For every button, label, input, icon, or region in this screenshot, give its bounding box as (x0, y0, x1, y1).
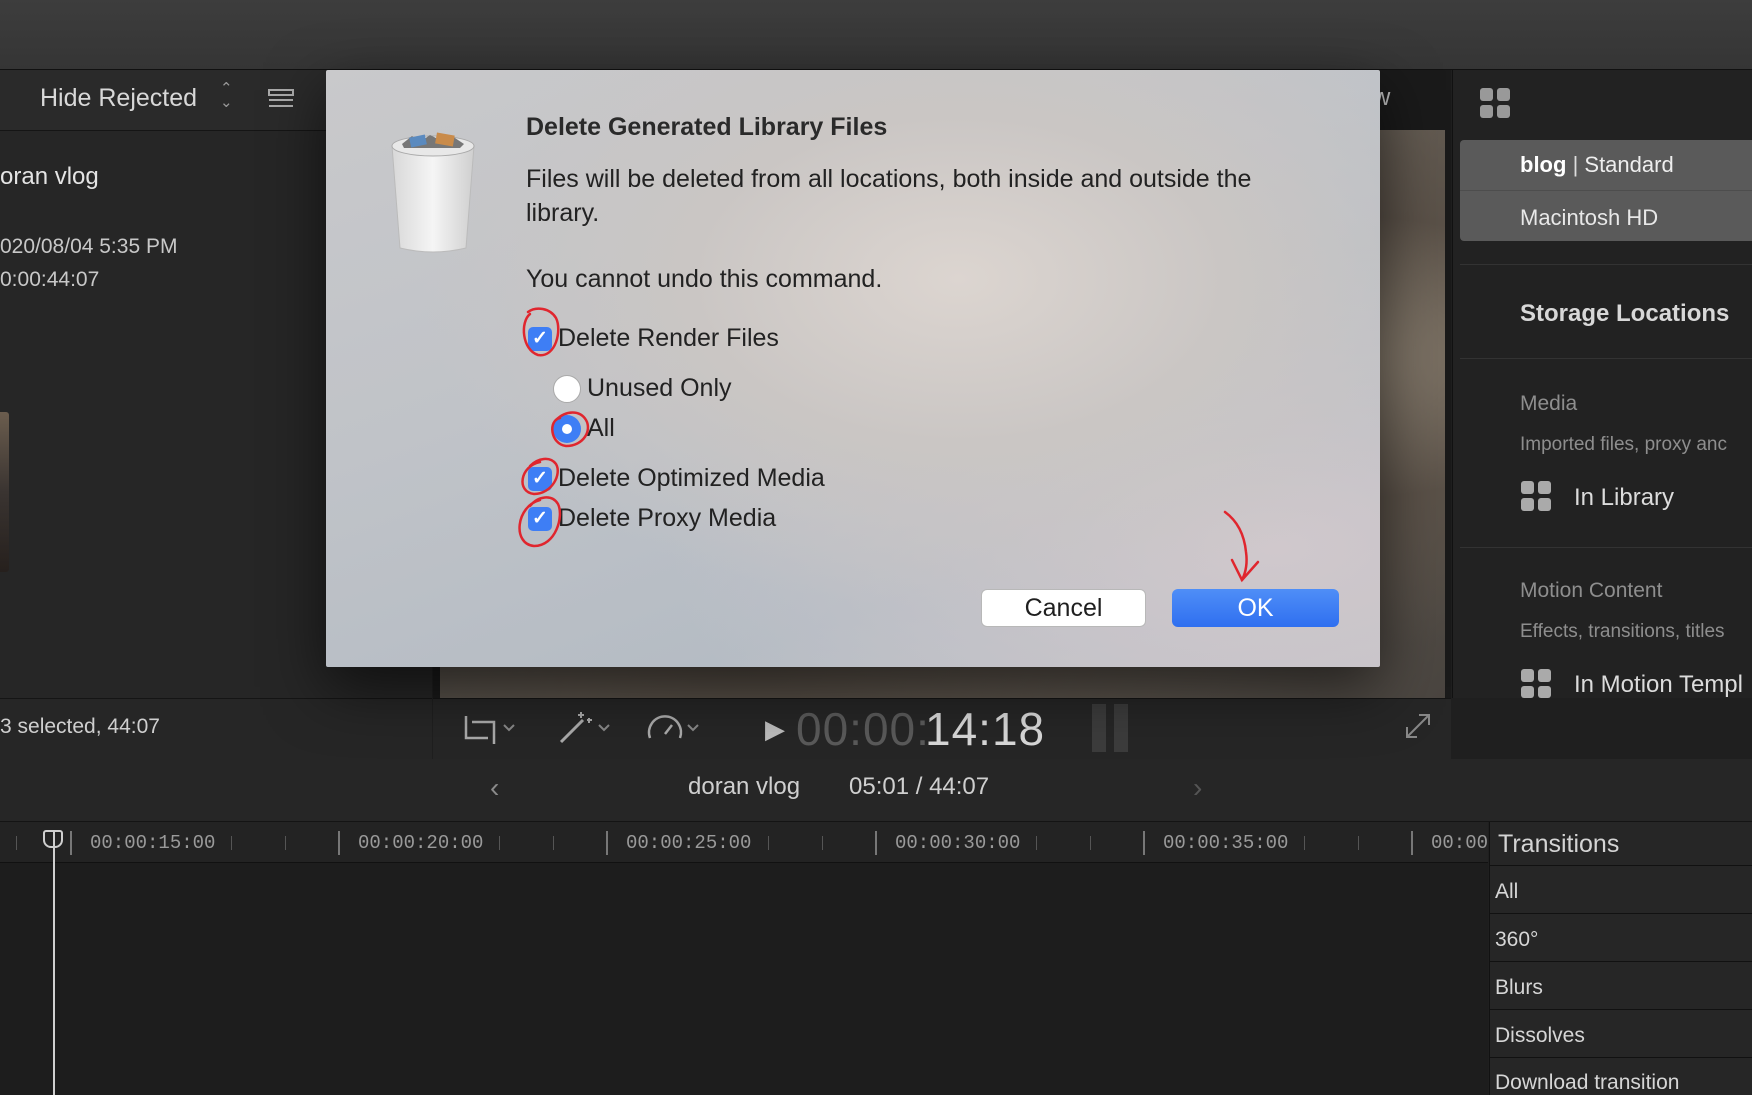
divider (1460, 190, 1752, 191)
storage-locations-title: Storage Locations (1520, 300, 1730, 327)
ruler-label: 00:00:35:00 (1163, 832, 1289, 854)
divider (1489, 913, 1752, 914)
ruler-label: 00:00:30:00 (895, 832, 1021, 854)
motion-content-label: Motion Content (1520, 579, 1663, 602)
radio-unselected[interactable] (553, 374, 581, 403)
selection-status: 3 selected, 44:07 (0, 715, 160, 738)
dialog-warning: You cannot undo this command. (526, 265, 883, 293)
transitions-title: Transitions (1498, 830, 1620, 858)
transition-category-item[interactable]: Blurs (1495, 976, 1543, 1000)
library-name: blog (1520, 152, 1567, 177)
clip-date: 020/08/04 5:35 PM (0, 235, 178, 258)
divider (1489, 1009, 1752, 1010)
playhead[interactable] (53, 832, 55, 1095)
speed-gauge-icon[interactable] (644, 708, 704, 748)
divider (1489, 865, 1752, 866)
checkbox-label: Delete Optimized Media (558, 464, 825, 492)
cancel-button[interactable]: Cancel (981, 589, 1146, 627)
divider (1460, 264, 1752, 265)
radio-label: Unused Only (587, 374, 732, 402)
all-radio[interactable]: All (553, 414, 615, 443)
ruler-tick (875, 831, 877, 855)
library-format: Standard (1584, 152, 1674, 177)
radio-selected[interactable] (553, 414, 581, 443)
divider (1489, 961, 1752, 962)
ruler-tick (231, 836, 232, 850)
motion-content-description: Effects, transitions, titles (1520, 621, 1725, 642)
ruler-tick (1411, 831, 1413, 855)
transition-category-item[interactable]: All (1495, 880, 1518, 904)
transition-category-item[interactable]: Dissolves (1495, 1024, 1585, 1048)
timeline-position: 05:01 / 44:07 (849, 773, 990, 800)
audio-meter (1092, 704, 1132, 752)
ruler-tick (1090, 836, 1091, 850)
checkbox-label: Delete Render Files (558, 324, 779, 352)
ruler-tick (70, 831, 72, 855)
enhance-wand-icon[interactable] (553, 708, 613, 748)
clip-name: oran vlog (0, 163, 99, 190)
media-label: Media (1520, 392, 1578, 415)
ruler-label: 00:00:25:00 (626, 832, 752, 854)
motion-location-icon (1521, 669, 1551, 698)
checkbox-checked[interactable]: ✓ (528, 466, 552, 491)
radio-label: All (587, 414, 615, 442)
transition-category-item[interactable]: 360° (1495, 928, 1538, 952)
timecode-display: 14:18 (925, 703, 1046, 755)
library-volume: Macintosh HD (1520, 205, 1659, 230)
window-titlebar (0, 0, 1752, 70)
checkbox-checked[interactable]: ✓ (528, 506, 552, 531)
ruler-tick (1304, 836, 1305, 850)
ok-button[interactable]: OK (1172, 589, 1339, 627)
transitions-browser (1489, 822, 1752, 1095)
ruler-tick (606, 831, 608, 855)
delete-optimized-media-checkbox[interactable]: ✓ Delete Optimized Media (528, 464, 825, 493)
play-icon[interactable]: ▶ (765, 714, 785, 745)
clip-thumbnail[interactable] (0, 412, 9, 572)
dialog-title: Delete Generated Library Files (526, 113, 888, 141)
forward-arrow-icon[interactable]: › (1193, 772, 1202, 804)
transition-category-item[interactable]: Download transition (1495, 1071, 1679, 1095)
ruler-tick (285, 836, 286, 850)
checkbox-checked[interactable]: ✓ (528, 326, 552, 351)
divider (1460, 358, 1752, 359)
ruler-tick (16, 836, 17, 850)
filter-popup[interactable]: Hide Rejected (40, 84, 197, 113)
library-name-row: blog | Standard (1520, 152, 1674, 177)
crop-icon[interactable] (458, 708, 518, 748)
ruler-tick (1143, 831, 1145, 855)
library-properties-icon[interactable] (1478, 86, 1512, 120)
library-location-icon (1521, 481, 1551, 511)
clip-duration: 0:00:44:07 (0, 268, 100, 291)
unused-only-radio[interactable]: Unused Only (553, 374, 732, 403)
timecode-dim: 00:00: (796, 703, 930, 755)
ruler-tick (1358, 836, 1359, 850)
ruler-tick (822, 836, 823, 850)
ruler-tick (499, 836, 500, 850)
divider (1489, 1057, 1752, 1058)
divider (1460, 547, 1752, 548)
media-description: Imported files, proxy anc (1520, 434, 1727, 455)
checkbox-label: Delete Proxy Media (558, 504, 777, 532)
delete-generated-files-dialog (326, 70, 1380, 667)
delete-proxy-media-checkbox[interactable]: ✓ Delete Proxy Media (528, 504, 776, 533)
ruler-label: 00:00:15:00 (90, 832, 216, 854)
timeline-project-name: doran vlog (688, 773, 801, 800)
delete-render-files-checkbox[interactable]: ✓ Delete Render Files (528, 324, 779, 353)
dialog-message: Files will be deleted from all locations… (526, 165, 1252, 227)
trash-icon (391, 132, 475, 253)
ruler-tick (1036, 836, 1037, 850)
ruler-tick (338, 831, 340, 855)
fullscreen-icon[interactable] (1404, 712, 1432, 740)
back-arrow-icon[interactable]: ‹ (490, 772, 499, 804)
playhead-handle[interactable] (43, 830, 63, 848)
ruler-tick (553, 836, 554, 850)
list-view-icon[interactable] (268, 88, 294, 110)
ruler-tick (768, 836, 769, 850)
updown-chevron-icon[interactable]: ⌃ ⌄ (220, 81, 233, 110)
ruler-label: 00:00:20:00 (358, 832, 484, 854)
media-location-value[interactable]: In Library (1574, 484, 1674, 512)
motion-location-value[interactable]: In Motion Templ (1574, 671, 1743, 699)
